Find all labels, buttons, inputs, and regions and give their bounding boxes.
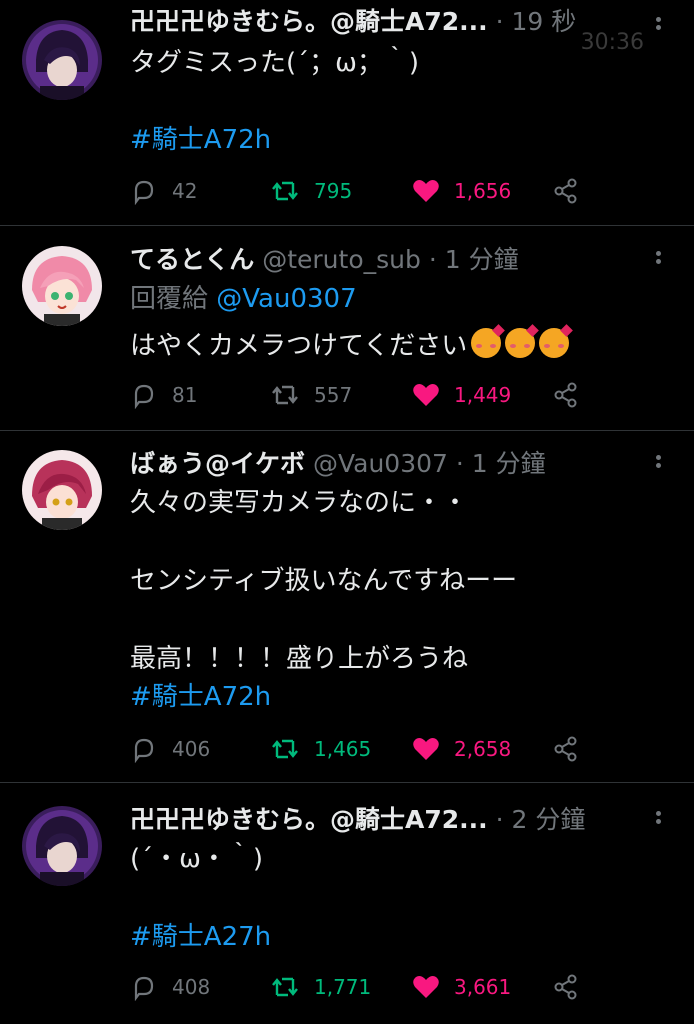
share-icon — [554, 974, 577, 1000]
more-options-icon[interactable] — [646, 808, 670, 832]
separator-dot: · — [455, 449, 464, 478]
handle[interactable]: @Vau0307 — [313, 449, 448, 478]
tweet[interactable]: 卍卍卍ゆきむら。@騎士A72... · 19 秒 タグミスった(´；ω；｀) #… — [0, 0, 694, 226]
retweet-count: 1,771 — [314, 975, 372, 999]
share-icon — [554, 382, 577, 408]
reply-button[interactable]: 408 — [130, 972, 210, 1002]
tweet-text-line: タグミスった(´；ω；｀) — [130, 48, 420, 78]
like-button[interactable]: 3,661 — [412, 972, 511, 1002]
share-icon — [554, 736, 577, 762]
display-name[interactable]: 卍卍卍ゆきむら。@騎士A72... — [130, 7, 488, 36]
more-options-icon[interactable] — [646, 14, 670, 38]
tweet-actions: 81 557 1,449 — [130, 380, 600, 410]
tweet-text-line: (´・ω・｀) — [130, 844, 264, 874]
retweet-button[interactable]: 795 — [270, 176, 352, 206]
reply-icon — [134, 384, 154, 409]
tweet-text-line: センシティブ扱いなんですねーー — [130, 566, 518, 596]
tweet-text: はやくカメラつけてください — [130, 331, 468, 361]
share-button[interactable] — [552, 972, 580, 1002]
reply-button[interactable]: 81 — [130, 380, 197, 410]
reply-to-label: 回覆給 — [130, 284, 209, 314]
like-count: 2,658 — [454, 737, 512, 761]
avatar[interactable] — [22, 246, 102, 326]
retweet-icon — [272, 181, 298, 201]
reply-button[interactable]: 42 — [130, 176, 197, 206]
like-count: 1,449 — [454, 383, 512, 407]
tweet-actions: 408 1,771 3,661 — [130, 972, 600, 1002]
tweet-text-line: 最高！！！！盛り上がろうね — [130, 644, 469, 674]
like-count: 3,661 — [454, 975, 512, 999]
more-options-icon[interactable] — [646, 248, 670, 272]
like-button[interactable]: 1,449 — [412, 380, 511, 410]
reply-icon — [134, 976, 154, 1001]
display-name[interactable]: てるとくん — [130, 245, 254, 274]
smiling-face-with-hearts-icon — [471, 324, 506, 358]
share-icon — [554, 178, 577, 204]
like-button[interactable]: 2,658 — [412, 734, 511, 764]
avatar[interactable] — [22, 806, 102, 886]
retweet-icon — [272, 739, 298, 759]
retweet-button[interactable]: 1,771 — [270, 972, 371, 1002]
heart-icon — [413, 384, 439, 406]
retweet-button[interactable]: 1,465 — [270, 734, 371, 764]
timestamp[interactable]: 1 分鐘 — [445, 245, 519, 274]
tweet[interactable]: てるとくん @teruto_sub · 1 分鐘 回覆給 @Vau0307 はや… — [0, 226, 694, 431]
smiling-face-with-hearts-icon — [505, 324, 540, 358]
hashtag-link[interactable]: #騎士A72h — [130, 123, 271, 157]
tweet-actions: 42 795 1,656 — [130, 176, 600, 206]
reply-count: 408 — [172, 975, 211, 999]
share-button[interactable] — [552, 176, 580, 206]
tweet[interactable]: ばぁう@イケボ @Vau0307 · 1 分鐘 久々の実写カメラなのに・・ セン… — [0, 430, 694, 783]
avatar[interactable] — [22, 450, 102, 530]
tweet-text-line: はやくカメラつけてください — [130, 324, 574, 363]
reply-count: 406 — [172, 737, 211, 761]
tweet-text-line: 久々の実写カメラなのに・・ — [130, 488, 469, 518]
separator-dot: · — [495, 805, 504, 834]
smiling-face-with-hearts-icon — [539, 324, 574, 358]
separator-dot: · — [428, 245, 437, 274]
heart-icon — [413, 180, 439, 202]
reply-button[interactable]: 406 — [130, 734, 210, 764]
share-button[interactable] — [552, 734, 580, 764]
more-options-icon[interactable] — [646, 452, 670, 476]
tweet[interactable]: 卍卍卍ゆきむら。@騎士A72... · 2 分鐘 (´・ω・｀) #騎士A27h… — [0, 782, 694, 1024]
avatar[interactable] — [22, 20, 102, 100]
separator-dot: · — [495, 7, 504, 36]
reply-icon — [134, 180, 154, 205]
share-button[interactable] — [552, 380, 580, 410]
handle[interactable]: @teruto_sub — [262, 245, 421, 274]
hashtag-link[interactable]: #騎士A72h — [130, 680, 271, 714]
reply-count: 81 — [172, 383, 198, 407]
retweet-count: 557 — [314, 383, 353, 407]
timestamp[interactable]: 1 分鐘 — [472, 449, 546, 478]
heart-icon — [413, 738, 439, 760]
retweet-count: 795 — [314, 179, 353, 203]
retweet-icon — [272, 977, 298, 997]
tweet-actions: 406 1,465 2,658 — [130, 734, 600, 764]
retweet-icon — [272, 385, 298, 405]
timestamp[interactable]: 19 秒 — [512, 7, 577, 36]
reply-count: 42 — [172, 179, 198, 203]
hashtag-link[interactable]: #騎士A27h — [130, 920, 271, 954]
display-name[interactable]: ばぁう@イケボ — [130, 449, 305, 478]
heart-icon — [413, 976, 439, 998]
retweet-count: 1,465 — [314, 737, 372, 761]
timestamp[interactable]: 2 分鐘 — [512, 805, 586, 834]
retweet-button[interactable]: 557 — [270, 380, 352, 410]
like-count: 1,656 — [454, 179, 512, 203]
reply-to-handle[interactable]: @Vau0307 — [216, 284, 356, 314]
like-button[interactable]: 1,656 — [412, 176, 511, 206]
reply-context: 回覆給 @Vau0307 — [130, 282, 357, 316]
reply-icon — [134, 738, 154, 763]
display-name[interactable]: 卍卍卍ゆきむら。@騎士A72... — [130, 805, 488, 834]
